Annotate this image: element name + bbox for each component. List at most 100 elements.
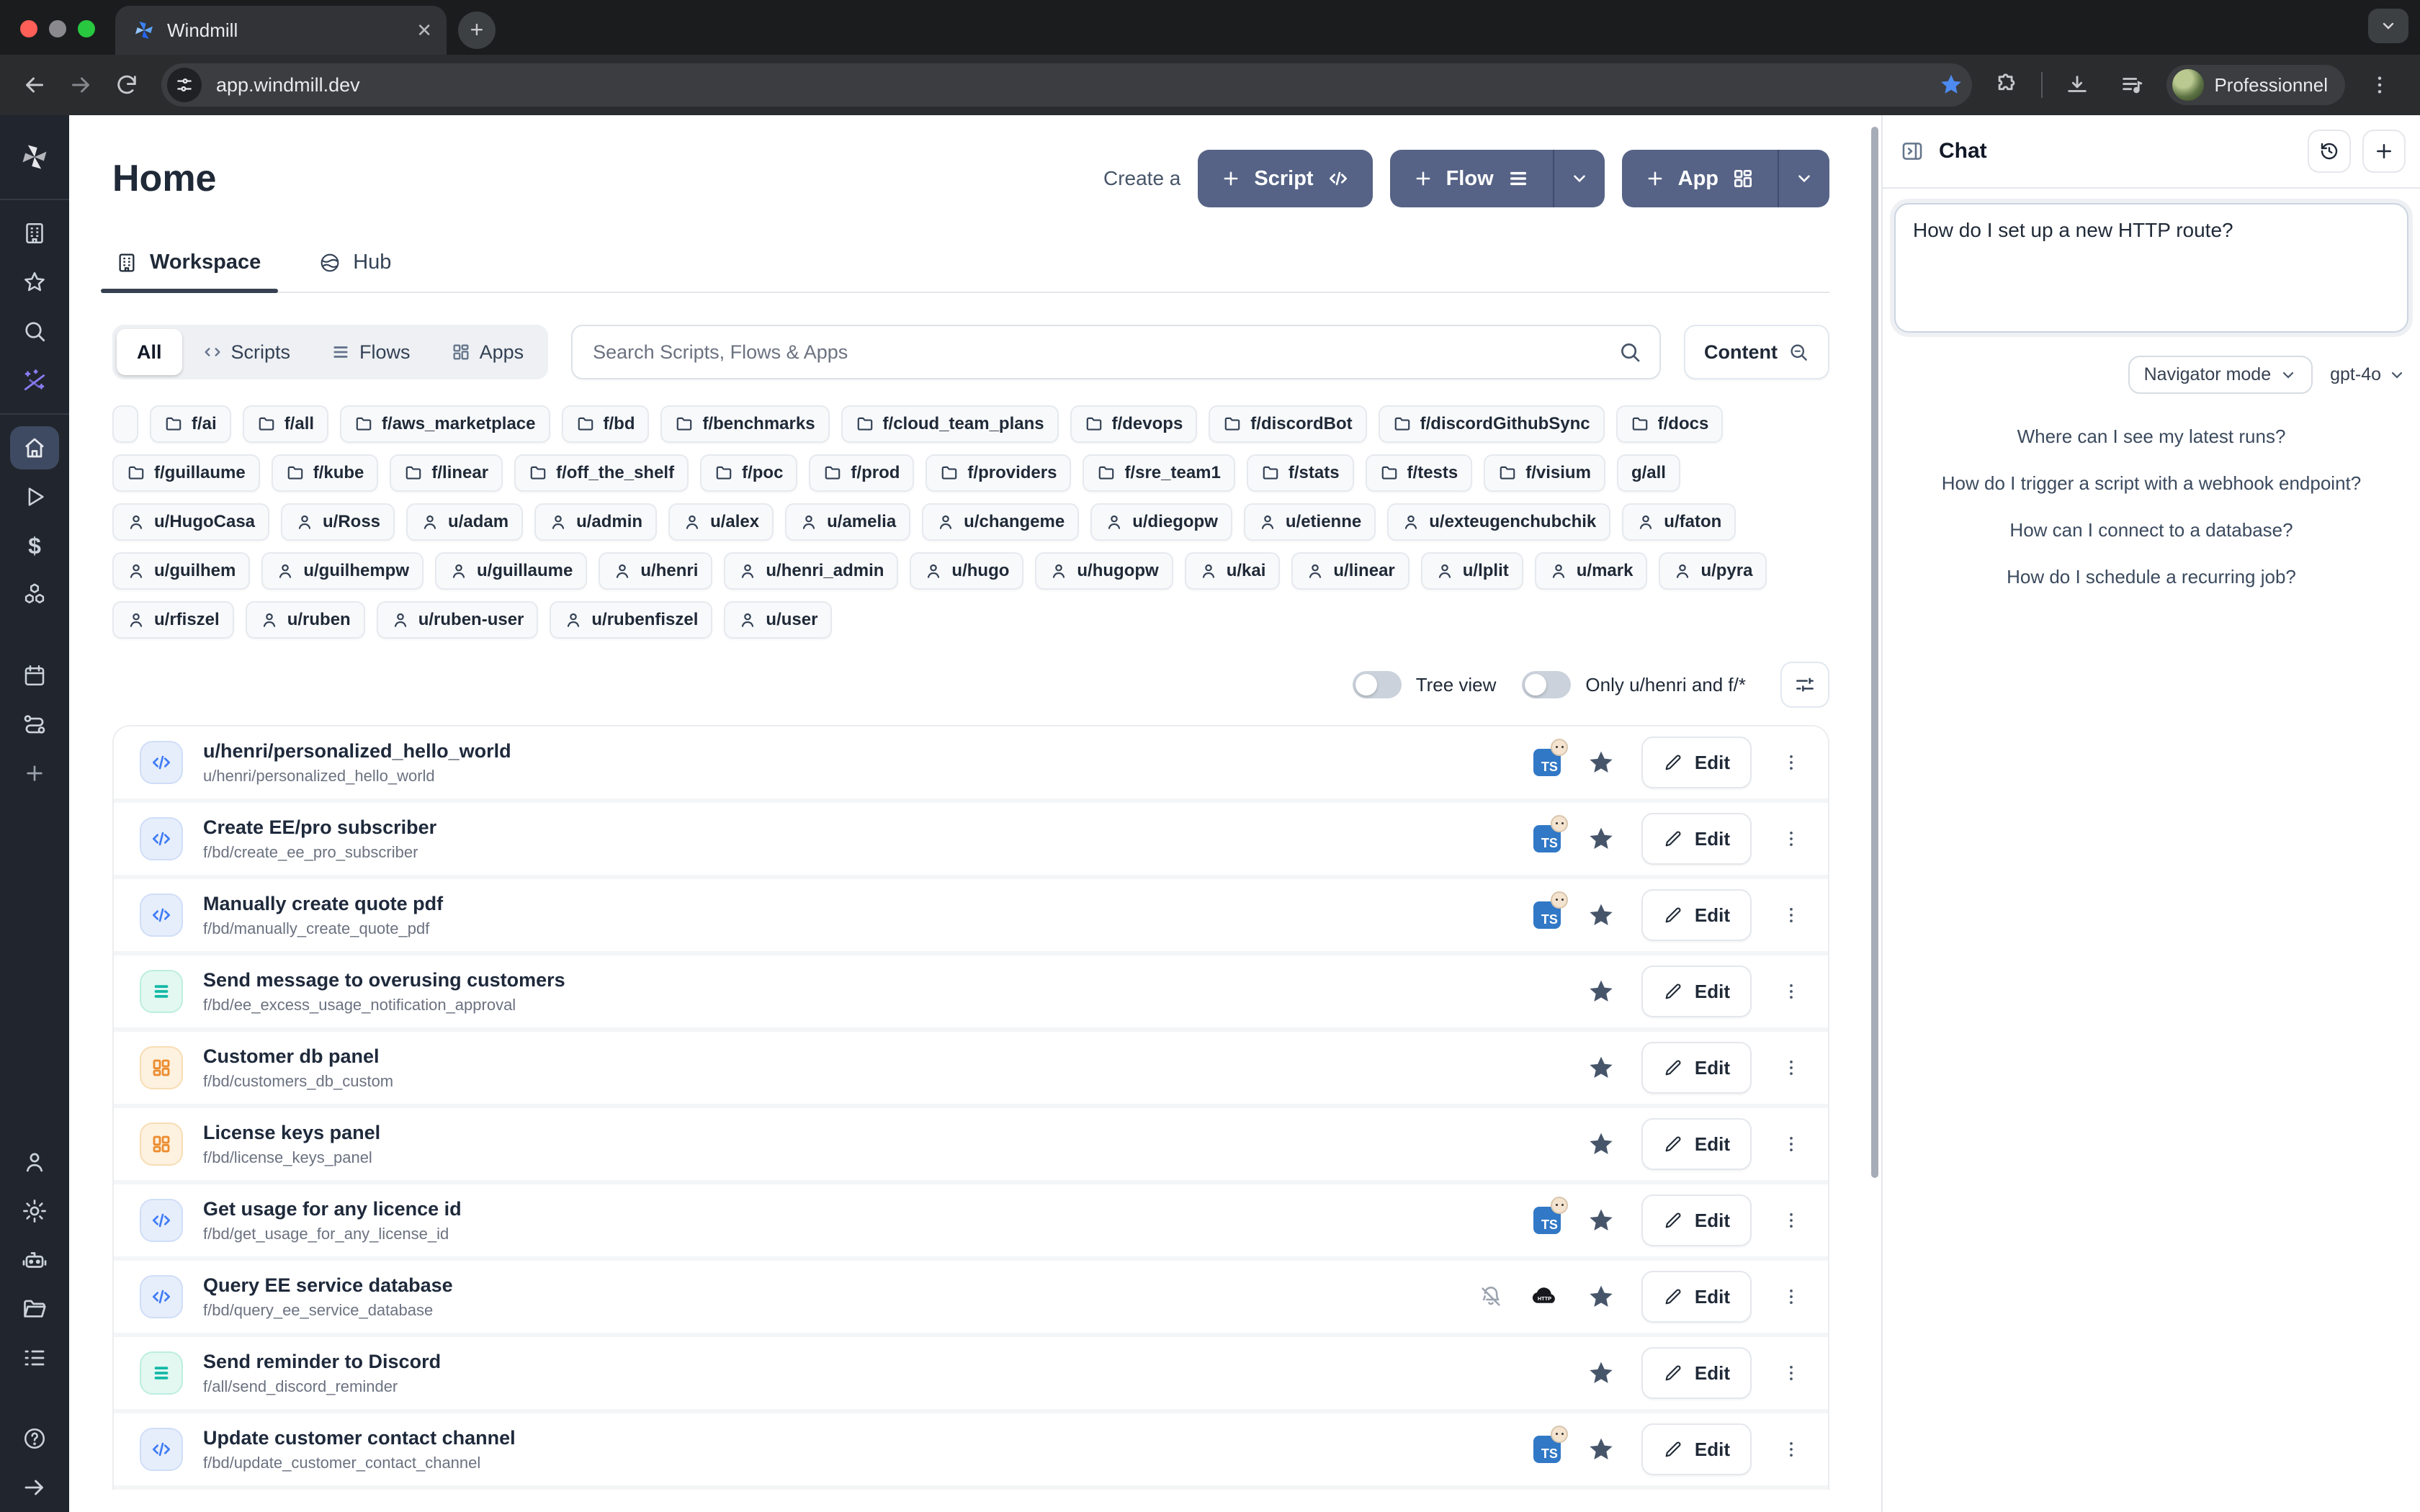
favorite-star-icon[interactable] — [1587, 1053, 1615, 1082]
folder-chip[interactable]: f/bd — [562, 405, 650, 443]
item-menu-button[interactable] — [1778, 1057, 1805, 1079]
profile-chip[interactable]: Professionnel — [2166, 65, 2345, 105]
tree-view-toggle[interactable] — [1353, 671, 1402, 698]
sidebar-item-settings[interactable] — [10, 1189, 59, 1233]
folder-chip[interactable]: f/kube — [272, 454, 379, 492]
sidebar-item-home[interactable] — [10, 426, 59, 469]
favorite-star-icon[interactable] — [1587, 1435, 1615, 1464]
favorite-star-icon[interactable] — [1587, 1130, 1615, 1158]
user-chip[interactable]: u/diegopw — [1090, 503, 1232, 541]
user-chip[interactable]: u/rfiszel — [112, 601, 234, 639]
user-chip[interactable]: u/user — [724, 601, 832, 639]
user-chip[interactable]: u/henri — [599, 552, 712, 590]
user-chip[interactable]: u/faton — [1622, 503, 1736, 541]
edit-button[interactable]: Edit — [1641, 1423, 1752, 1475]
sidebar-item-runs[interactable] — [10, 475, 59, 518]
folder-chip[interactable]: f/all — [243, 405, 328, 443]
user-chip[interactable]: u/lplit — [1421, 552, 1523, 590]
user-chip[interactable]: u/exteugenchubchik — [1387, 503, 1610, 541]
user-chip[interactable]: u/kai — [1185, 552, 1281, 590]
url-bar[interactable]: app.windmill.dev — [161, 63, 1972, 107]
close-window-button[interactable] — [20, 20, 37, 37]
list-item[interactable]: Send reminder to Discord f/all/send_disc… — [114, 1337, 1828, 1413]
list-item[interactable]: Send message to overusing customers f/bd… — [114, 955, 1828, 1032]
folder-chip[interactable]: f/devops — [1070, 405, 1198, 443]
collapse-panel-icon[interactable] — [1900, 139, 1924, 163]
folder-chip[interactable]: f/cloud_team_plans — [841, 405, 1059, 443]
new-tab-button[interactable]: + — [458, 12, 496, 49]
new-chat-button[interactable] — [2362, 130, 2406, 173]
maximize-window-button[interactable] — [78, 20, 95, 37]
folder-chip[interactable]: f/off_the_shelf — [514, 454, 689, 492]
browser-menu-icon[interactable] — [2360, 65, 2400, 105]
favorite-star-icon[interactable] — [1587, 1359, 1615, 1387]
list-item[interactable]: Customer db panel f/bd/customers_db_cust… — [114, 1032, 1828, 1108]
group-chip[interactable]: g/all — [1617, 454, 1680, 492]
content-search-button[interactable]: Content — [1684, 325, 1829, 379]
create-flow-button[interactable]: Flow — [1390, 150, 1605, 207]
search-bar[interactable] — [571, 325, 1661, 379]
folder-chip[interactable]: f/aws_marketplace — [340, 405, 550, 443]
user-chip[interactable]: u/mark — [1535, 552, 1648, 590]
folder-chip[interactable]: f/discordBot — [1209, 405, 1366, 443]
item-menu-button[interactable] — [1778, 1362, 1805, 1384]
chat-input[interactable]: How do I set up a new HTTP route? — [1894, 203, 2408, 333]
item-menu-button[interactable] — [1778, 1439, 1805, 1460]
bookmark-star-icon[interactable] — [1939, 73, 1963, 97]
forward-icon[interactable] — [60, 65, 101, 105]
sidebar-item-resources[interactable] — [10, 573, 59, 616]
favorite-star-icon[interactable] — [1587, 1282, 1615, 1311]
chat-model-select[interactable]: gpt-4o — [2330, 364, 2406, 385]
user-chip[interactable]: u/guilhem — [112, 552, 250, 590]
display-settings-button[interactable] — [1780, 662, 1829, 708]
create-script-button[interactable]: Script — [1198, 150, 1372, 207]
chat-suggestion[interactable]: Where can I see my latest runs? — [2017, 426, 2286, 448]
empty-chip[interactable] — [112, 405, 138, 443]
edit-button[interactable]: Edit — [1641, 1194, 1752, 1246]
item-menu-button[interactable] — [1778, 752, 1805, 773]
folder-chip[interactable]: f/guillaume — [112, 454, 260, 492]
list-item[interactable]: u/henri/personalized_hello_world u/henri… — [114, 726, 1828, 803]
sidebar-item-billing[interactable]: $ — [10, 524, 59, 567]
user-chip[interactable]: u/ruben-user — [377, 601, 539, 639]
list-item[interactable]: License keys panel f/bd/license_keys_pan… — [114, 1108, 1828, 1184]
folder-chip[interactable]: f/benchmarks — [660, 405, 829, 443]
sidebar-collapse-arrow-icon[interactable] — [10, 1466, 59, 1509]
sidebar-item-workers[interactable] — [10, 1238, 59, 1282]
sidebar-item-workspace[interactable] — [10, 212, 59, 255]
app-dropdown-chevron-icon[interactable] — [1778, 150, 1829, 207]
downloads-icon[interactable] — [2057, 65, 2097, 105]
sidebar-item-folders[interactable] — [10, 1287, 59, 1331]
search-input[interactable] — [593, 341, 1618, 364]
url-text[interactable]: app.windmill.dev — [216, 74, 1939, 96]
user-chip[interactable]: u/adam — [406, 503, 523, 541]
chat-mode-select[interactable]: Navigator mode — [2128, 356, 2313, 394]
sidebar-item-account[interactable] — [10, 1140, 59, 1184]
folder-chip[interactable]: f/poc — [700, 454, 797, 492]
user-chip[interactable]: u/henri_admin — [724, 552, 898, 590]
edit-button[interactable]: Edit — [1641, 1271, 1752, 1323]
tab-hub[interactable]: Hub — [315, 251, 397, 292]
item-menu-button[interactable] — [1778, 1133, 1805, 1155]
list-item[interactable]: Get usage for any licence id f/bd/get_us… — [114, 1184, 1828, 1261]
user-chip[interactable]: u/changeme — [922, 503, 1079, 541]
chat-suggestion[interactable]: How do I trigger a script with a webhook… — [1942, 472, 2361, 495]
chrome-menu-chevron-icon[interactable] — [2368, 9, 2408, 43]
extensions-icon[interactable] — [1986, 65, 2027, 105]
sidebar-item-search[interactable] — [10, 310, 59, 353]
favorite-star-icon[interactable] — [1587, 977, 1615, 1006]
favorite-star-icon[interactable] — [1587, 1206, 1615, 1235]
folder-chip[interactable]: f/sre_team1 — [1083, 454, 1234, 492]
folder-chip[interactable]: f/providers — [926, 454, 1071, 492]
user-chip[interactable]: u/Ross — [281, 503, 395, 541]
sidebar-item-help[interactable] — [10, 1417, 59, 1460]
folder-chip[interactable]: f/tests — [1366, 454, 1473, 492]
folder-chip[interactable]: f/discordGithubSync — [1379, 405, 1605, 443]
reload-icon[interactable] — [107, 65, 147, 105]
sidebar-item-schedules[interactable] — [10, 654, 59, 697]
folder-chip[interactable]: f/linear — [390, 454, 503, 492]
edit-button[interactable]: Edit — [1641, 813, 1752, 865]
user-chip[interactable]: u/ruben — [246, 601, 365, 639]
user-chip[interactable]: u/guilhempw — [261, 552, 424, 590]
folder-chip[interactable]: f/prod — [809, 454, 914, 492]
